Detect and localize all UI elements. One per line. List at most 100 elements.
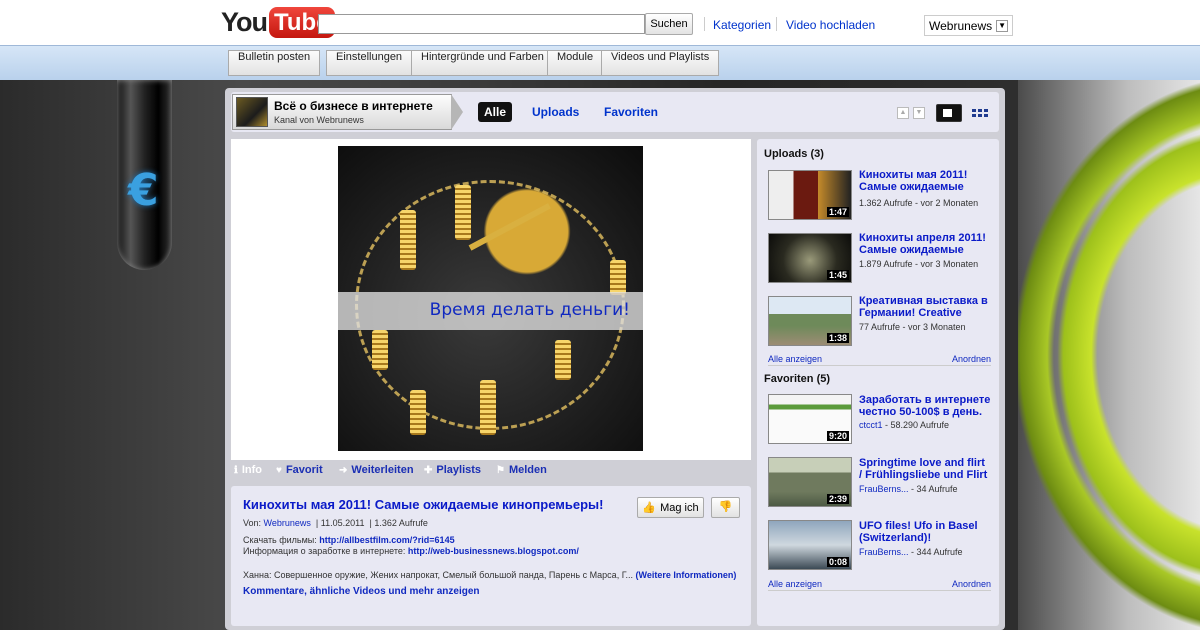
description-line: Скачать фильмы: http://allbestfilm.com/?…	[243, 535, 455, 545]
duration-badge: 1:47	[826, 207, 849, 217]
video-link[interactable]: Кинохиты апреля 2011! Самые ожидаемые	[859, 232, 991, 256]
thumbs-down-icon: 👎	[718, 501, 733, 513]
video-views: - 58.290 Aufrufe	[882, 420, 950, 430]
upload-video-link[interactable]: Video hochladen	[786, 18, 875, 32]
video-user-link[interactable]: FrauBerns...	[859, 484, 909, 494]
modules-button[interactable]: Module	[547, 50, 604, 76]
video-link[interactable]: UFO files! Ufo in Basel (Switzerland)!	[859, 520, 991, 544]
video-views: - 34 Aufrufe	[908, 484, 958, 494]
arrow-up-icon[interactable]: ▲	[897, 107, 909, 119]
video-meta: FrauBerns... - 34 Aufrufe	[859, 484, 958, 494]
video-link[interactable]: Заработать в интернете честно 50-100$ в …	[859, 394, 991, 418]
username: Webrunews	[929, 18, 993, 33]
video-link[interactable]: Креативная выставка в Германии! Creative	[859, 295, 991, 319]
search-button[interactable]: Suchen	[645, 13, 693, 35]
favorites-arrange-link[interactable]: Anordnen	[952, 579, 991, 590]
uploads-show-all-link[interactable]: Alle anzeigen	[768, 354, 822, 365]
duration-badge: 0:08	[826, 557, 849, 567]
green-swoosh-graphic	[1018, 80, 1200, 630]
video-thumbnail[interactable]: 2:39	[768, 457, 852, 507]
coin-stack-graphic	[480, 380, 496, 435]
coin-stack-graphic	[455, 185, 471, 240]
tab-all[interactable]: Alle	[478, 102, 513, 122]
video-meta: Von: Webrunews | 11.05.2011 | 1.362 Aufr…	[243, 518, 428, 528]
dislike-button[interactable]: 👎	[711, 497, 740, 518]
desc-link[interactable]: http://web-businessnews.blogspot.com/	[408, 546, 579, 556]
tab-favorites[interactable]: Favoriten	[604, 105, 658, 119]
video-thumbnail[interactable]: 9:20	[768, 394, 852, 444]
channel-name: Всё о бизнесе в интернете	[274, 99, 433, 113]
meta-from-label: Von:	[243, 518, 262, 528]
desc-tags: Ханна: Совершенное оружие, Жених напрока…	[243, 570, 633, 580]
channel-title-arrow	[451, 94, 463, 130]
video-link[interactable]: Кинохиты мая 2011! Самые ожидаемые	[859, 169, 991, 193]
uploads-header: Uploads (3)	[764, 148, 824, 160]
more-info-link[interactable]: (Weitere Informationen)	[635, 570, 736, 580]
action-playlists-label: Playlists	[436, 464, 482, 476]
backgrounds-colors-button[interactable]: Hintergründe und Farben	[411, 50, 554, 76]
view-count: 1.362 Aufrufe	[374, 518, 428, 528]
video-title[interactable]: Кинохиты мая 2011! Самые ожидаемые киноп…	[243, 497, 603, 512]
description-line: Ханна: Совершенное оружие, Жених напрока…	[243, 570, 736, 580]
video-thumbnail[interactable]: 1:38	[768, 296, 852, 346]
coin-stack-graphic	[555, 340, 571, 380]
channel-avatar[interactable]	[236, 97, 268, 127]
action-playlists[interactable]: ✚ Playlists	[424, 464, 481, 476]
heart-icon: ♥	[276, 464, 282, 476]
description-line: Информация о заработке в интернете: http…	[243, 546, 579, 556]
action-report-label: Melden	[508, 464, 547, 476]
categories-link[interactable]: Kategorien	[713, 18, 771, 32]
video-thumbnail[interactable]: 1:47	[768, 170, 852, 220]
favorites-header: Favoriten (5)	[764, 373, 831, 385]
video-meta: 1.879 Aufrufe - vor 3 Monaten	[859, 259, 979, 269]
masthead: You Tube Suchen Kategorien Video hochlad…	[0, 0, 1200, 45]
thumbs-up-icon: 👍	[642, 502, 657, 514]
player-view-icon[interactable]	[936, 104, 962, 122]
video-link[interactable]: Springtime love and flirt / Frühlingslie…	[859, 457, 991, 481]
action-share-label: Weiterleiten	[351, 464, 414, 476]
settings-button[interactable]: Einstellungen	[326, 50, 413, 76]
coin-stack-graphic	[610, 260, 626, 295]
plus-icon: ✚	[424, 464, 433, 476]
show-comments-link[interactable]: Kommentare, ähnliche Videos und mehr anz…	[243, 586, 480, 597]
bulletin-button[interactable]: Bulletin posten	[228, 50, 321, 76]
videos-playlists-button[interactable]: Videos und Playlists	[601, 50, 720, 76]
video-views: - 344 Aufrufe	[908, 547, 963, 557]
video-meta: 77 Aufrufe - vor 3 Monaten	[859, 322, 966, 332]
logo-you-text: You	[221, 7, 268, 37]
search-input[interactable]	[318, 14, 645, 34]
desc-label: Скачать фильмы:	[243, 535, 317, 545]
video-user-link[interactable]: ctcct1	[859, 420, 883, 430]
coin-stack-graphic	[372, 330, 388, 370]
video-thumbnail[interactable]: 1:45	[768, 233, 852, 283]
user-menu[interactable]: Webrunews ▼	[924, 15, 1014, 36]
action-share[interactable]: ➜ Weiterleiten	[339, 464, 414, 476]
video-user-link[interactable]: FrauBerns...	[859, 547, 909, 557]
grid-view-icon[interactable]	[968, 104, 994, 122]
favorites-show-all-link[interactable]: Alle anzeigen	[768, 579, 822, 590]
tab-uploads[interactable]: Uploads	[532, 105, 579, 119]
video-meta: ctcct1 - 58.290 Aufrufe	[859, 420, 949, 430]
channel-edit-bar: Bulletin posten Einstellungen Hintergrün…	[0, 45, 1200, 80]
video-meta: FrauBerns... - 344 Aufrufe	[859, 547, 963, 557]
info-icon: ℹ	[234, 464, 238, 476]
action-info[interactable]: ℹ Info	[234, 464, 262, 476]
video-thumbnail[interactable]: 0:08	[768, 520, 852, 570]
duration-badge: 1:45	[826, 270, 849, 280]
coin-stack-graphic	[410, 390, 426, 435]
divider	[704, 17, 705, 31]
like-button[interactable]: 👍 Mag ich	[637, 497, 704, 518]
desc-link[interactable]: http://allbestfilm.com/?rid=6145	[319, 535, 454, 545]
duration-badge: 1:38	[826, 333, 849, 343]
arrow-right-icon: ➜	[339, 464, 348, 476]
uploads-arrange-link[interactable]: Anordnen	[952, 354, 991, 365]
duration-badge: 2:39	[826, 494, 849, 504]
uploader-link[interactable]: Webrunews	[264, 518, 311, 528]
like-label: Mag ich	[660, 501, 699, 514]
action-favorite[interactable]: ♥ Favorit	[276, 464, 323, 476]
video-banner-text: Время делать деньги!	[429, 300, 630, 320]
duration-badge: 9:20	[826, 431, 849, 441]
arrow-down-icon[interactable]: ▼	[913, 107, 925, 119]
chevron-down-icon: ▼	[996, 19, 1009, 32]
action-report[interactable]: ⚑ Melden	[496, 464, 547, 476]
